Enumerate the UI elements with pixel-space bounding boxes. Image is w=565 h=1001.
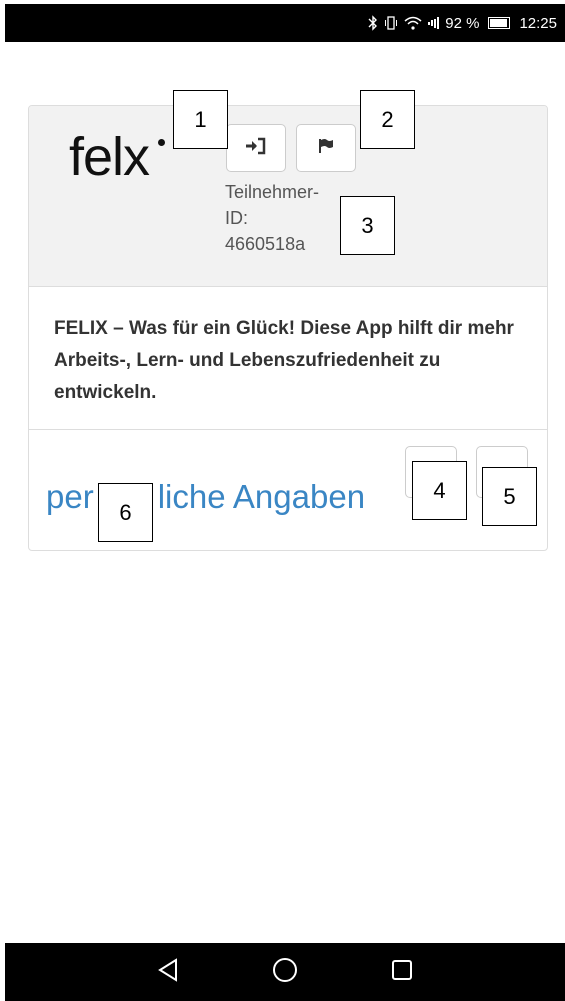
bluetooth-icon	[368, 15, 378, 31]
section-title-part2: liche Angaben	[157, 478, 366, 515]
callout-3: 3	[340, 196, 395, 255]
recents-button[interactable]	[387, 957, 417, 987]
system-nav-bar	[5, 943, 565, 1001]
back-button[interactable]	[153, 957, 183, 987]
callout-5: 5	[482, 467, 537, 526]
participant-id-block: Teilnehmer- ID: 4660518a	[225, 179, 319, 257]
participant-id-value: 4660518a	[225, 234, 306, 254]
participant-label-line2: ID:	[225, 208, 249, 228]
battery-icon	[485, 17, 513, 29]
recents-icon	[391, 959, 413, 986]
card-header: felx Teilnehmer- ID: 4660518a	[29, 106, 547, 287]
login-icon	[245, 137, 267, 160]
signal-icon	[428, 17, 440, 29]
intro-text: FELIX – Was für ein Glück! Diese App hil…	[29, 288, 547, 430]
home-icon	[272, 957, 298, 988]
callout-2: 2	[360, 90, 415, 149]
callout-6: 6	[98, 483, 153, 542]
home-button[interactable]	[270, 957, 300, 987]
wifi-icon	[404, 16, 422, 30]
callout-1: 1	[173, 90, 228, 149]
section-title-part1: per	[46, 478, 94, 515]
callout-4: 4	[412, 461, 467, 520]
login-button[interactable]	[226, 124, 286, 172]
battery-percent: 92 %	[445, 14, 480, 32]
flag-button[interactable]	[296, 124, 356, 172]
section-title-personal-info[interactable]: per liche Angaben	[46, 478, 365, 516]
app-logo: felx	[69, 127, 150, 187]
flag-icon	[317, 137, 335, 160]
participant-label-line1: Teilnehmer-	[225, 182, 320, 202]
back-icon	[157, 957, 179, 987]
status-bar: 92 % 12:25	[5, 4, 565, 42]
clock-time: 12:25	[519, 14, 557, 32]
vibrate-icon	[384, 16, 398, 30]
logo-dot	[158, 139, 165, 146]
